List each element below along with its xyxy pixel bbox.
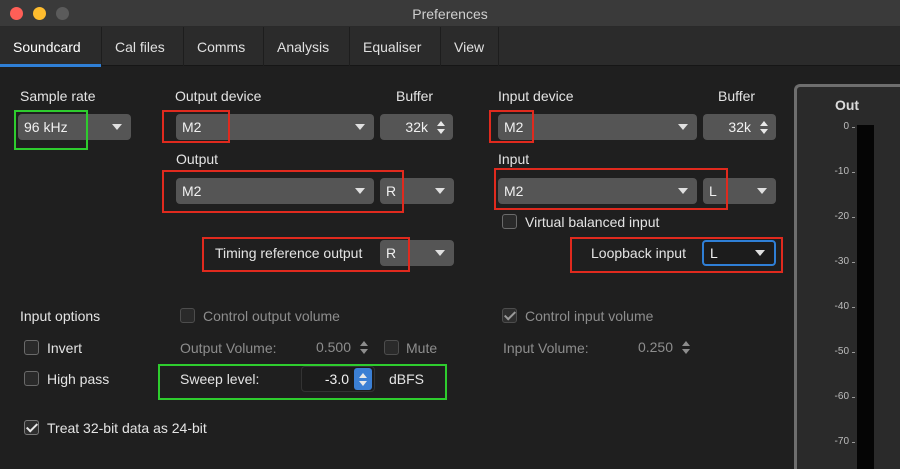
loopback-highlight [570, 237, 783, 273]
input-label: Input [498, 151, 530, 167]
mute-checkbox[interactable] [384, 340, 399, 355]
tab-label: Soundcard [13, 38, 81, 55]
output-buffer-value: 32k [405, 119, 428, 135]
control-output-volume-checkbox[interactable] [180, 308, 195, 323]
virtual-balanced-label: Virtual balanced input [525, 214, 660, 230]
tab-comms[interactable]: Comms [184, 27, 264, 66]
input-highlight [494, 168, 728, 210]
output-label: Output [176, 151, 219, 167]
timing-reference-highlight [202, 237, 410, 272]
input-device-label: Input device [498, 88, 574, 104]
tab-view[interactable]: View [441, 27, 499, 66]
input-volume-label: Input Volume: [503, 340, 589, 356]
mute-label: Mute [406, 340, 438, 356]
stepper-arrows-icon[interactable] [678, 340, 694, 354]
tab-label: Cal files [115, 38, 165, 55]
chevron-down-icon [435, 188, 445, 194]
output-volume-label: Output Volume: [180, 340, 277, 356]
stepper-arrows-icon[interactable] [756, 120, 772, 134]
output-level-meter: Out 0 -10 -20 -30 -40 -50 -60 -70 [794, 84, 900, 469]
input-device-highlight [489, 110, 534, 143]
sample-rate-label: Sample rate [20, 88, 96, 104]
output-buffer-label: Buffer [396, 88, 434, 104]
output-device-highlight [162, 110, 230, 143]
tab-label: Analysis [277, 38, 330, 55]
input-options-label: Input options [20, 308, 101, 324]
virtual-balanced-checkbox[interactable] [502, 214, 517, 229]
output-volume-value: 0.500 [315, 339, 351, 355]
output-buffer-spinbox[interactable]: 32k [380, 114, 453, 140]
high-pass-checkbox[interactable] [24, 371, 39, 386]
input-volume-spinbox[interactable]: 0.250 [622, 334, 698, 360]
output-volume-spinbox[interactable]: 0.500 [300, 334, 376, 360]
sample-rate-highlight [14, 110, 88, 150]
control-input-volume-checkbox[interactable] [502, 308, 517, 323]
window-title: Preferences [412, 6, 488, 22]
tab-equaliser[interactable]: Equaliser [350, 27, 441, 66]
tab-soundcard[interactable]: Soundcard [0, 27, 102, 67]
chevron-down-icon [757, 188, 767, 194]
tab-bar: Soundcard Cal files Comms Analysis Equal… [0, 27, 900, 67]
treat-32bit-label: Treat 32-bit data as 24-bit [47, 420, 207, 436]
chevron-down-icon [678, 124, 688, 130]
meter-tick: -60 [825, 391, 855, 402]
meter-tick: -10 [825, 166, 855, 177]
meter-tick: -30 [825, 256, 855, 267]
meter-tick: 0 [825, 121, 855, 132]
treat-32bit-checkbox[interactable] [24, 420, 39, 435]
tab-label: Equaliser [363, 38, 422, 55]
control-output-volume-label: Control output volume [203, 308, 340, 324]
input-volume-value: 0.250 [637, 339, 673, 355]
meter-bar [857, 125, 874, 469]
chevron-down-icon [355, 124, 365, 130]
tab-label: View [454, 38, 485, 55]
tab-analysis[interactable]: Analysis [264, 27, 350, 66]
input-buffer-value: 32k [728, 119, 751, 135]
chevron-down-icon [112, 124, 122, 130]
meter-tick: -20 [825, 211, 855, 222]
output-device-label: Output device [175, 88, 262, 104]
high-pass-label: High pass [47, 371, 110, 387]
control-input-volume-label: Control input volume [525, 308, 654, 324]
meter-title: Out [834, 97, 860, 113]
invert-checkbox[interactable] [24, 340, 39, 355]
input-buffer-label: Buffer [718, 88, 756, 104]
meter-tick: -40 [825, 301, 855, 312]
input-buffer-spinbox[interactable]: 32k [703, 114, 776, 140]
stepper-arrows-icon[interactable] [356, 340, 372, 354]
sweep-level-highlight [158, 364, 447, 400]
invert-label: Invert [47, 340, 83, 356]
meter-tick: -50 [825, 346, 855, 357]
meter-tick: -70 [825, 436, 855, 447]
stepper-arrows-icon[interactable] [433, 120, 449, 134]
tab-cal-files[interactable]: Cal files [102, 27, 184, 66]
output-highlight [162, 170, 404, 213]
tab-label: Comms [197, 38, 246, 55]
title-bar: Preferences [0, 0, 900, 27]
chevron-down-icon [435, 250, 445, 256]
